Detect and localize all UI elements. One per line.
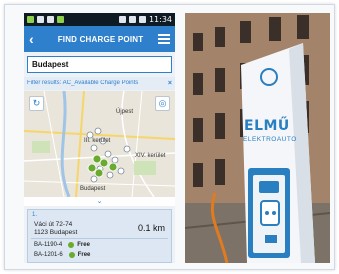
elektroauto-label: ELEKTROAUTO <box>243 136 297 143</box>
filter-close-button[interactable]: × <box>168 80 172 87</box>
map-view[interactable]: ↻ ◎ Újpest III. kerület XIV. kerület Bud… <box>24 91 175 197</box>
phone-screen: 11:34 ‹ FIND CHARGE POINT Budapest Filte… <box>24 13 175 263</box>
charge-point-row[interactable]: BA-1190-4 Free <box>34 242 90 248</box>
app-header: ‹ FIND CHARGE POINT <box>24 26 175 52</box>
page-title: FIND CHARGE POINT <box>57 34 144 44</box>
image-notification-icon <box>47 16 54 23</box>
elmu-brand-logo: ELMŰ <box>244 118 290 134</box>
result-address-line1: Váci út 72-74 <box>34 221 73 228</box>
result-distance: 0.1 km <box>137 223 165 233</box>
signal-icon <box>128 16 136 23</box>
charge-point-id: BA-1190-4 <box>34 242 63 248</box>
result-card[interactable]: 1. Váci út 72-74 1123 Budapest 0.1 km BA… <box>27 209 172 263</box>
status-dot-icon <box>68 252 75 258</box>
charge-point-status: Free <box>77 242 90 248</box>
status-bar: 11:34 <box>24 13 175 26</box>
locate-icon[interactable]: ◎ <box>155 96 170 111</box>
battery-icon <box>138 16 146 23</box>
charge-point-id: BA-1201-6 <box>34 252 63 258</box>
map-label-iii-kerulet: III. kerület <box>84 138 111 144</box>
result-address-line2: 1123 Budapest <box>34 229 78 236</box>
filter-results-text: Filter results: AC_Available Charge Poin… <box>27 80 139 86</box>
map-graphic <box>24 91 175 197</box>
back-arrow-icon[interactable]: ‹ <box>29 32 43 46</box>
status-time: 11:34 <box>148 15 172 24</box>
plus-notification-icon <box>27 16 34 23</box>
chevron-down-icon[interactable]: ⌄ <box>24 197 175 206</box>
refresh-icon[interactable]: ↻ <box>29 96 44 111</box>
map-label-ujpest: Újpest <box>116 109 134 115</box>
card-divider <box>31 238 168 239</box>
hamburger-menu-icon[interactable] <box>158 34 170 44</box>
map-label-budapest: Budapest <box>80 186 106 192</box>
wifi-icon <box>118 16 126 23</box>
filter-bar: Filter results: AC_Available Charge Poin… <box>24 77 175 90</box>
map-label-xiv-kerulet: XIV. kerület <box>135 153 166 159</box>
mail-notification-icon <box>37 16 44 23</box>
charge-point-status: Free <box>77 252 91 258</box>
status-dot-icon <box>68 242 75 248</box>
search-input[interactable]: Budapest <box>27 56 172 73</box>
android-notification-icon <box>57 16 64 23</box>
charge-point-row[interactable]: BA-1201-6 Free <box>34 252 90 258</box>
result-index: 1. <box>32 212 38 218</box>
